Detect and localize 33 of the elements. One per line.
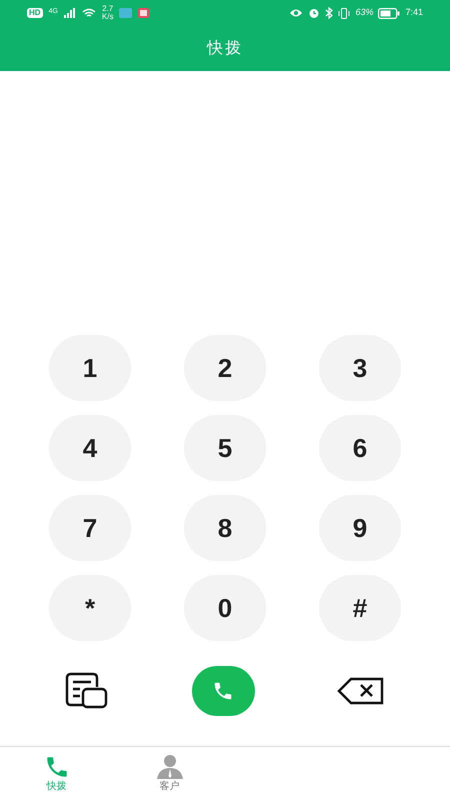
dial-key[interactable]: 3 [319,335,401,401]
dial-key[interactable]: 1 [49,335,131,401]
dial-key[interactable]: 2 [184,335,266,401]
dial-key[interactable]: # [319,575,401,641]
signal-icon [64,8,76,18]
contact-card-icon[interactable] [65,672,109,710]
app-notification-icon [119,8,132,18]
app-notification-icon [138,8,150,18]
alarm-icon [308,7,320,19]
dial-key[interactable]: 9 [319,495,401,561]
phone-icon [212,680,234,702]
person-icon [156,754,184,780]
nav-tab[interactable]: 客户 [113,747,226,798]
battery-percent: 63% [355,6,374,20]
call-button[interactable] [192,666,254,716]
dial-key[interactable]: * [49,575,131,641]
dial-key[interactable]: 4 [49,415,131,481]
dial-key[interactable]: 0 [184,575,266,641]
page-title: 快拨 [207,38,243,58]
dial-key[interactable]: 5 [184,415,266,481]
vibrate-icon [338,8,350,18]
clock-time: 7:41 [405,6,423,20]
wifi-icon [82,8,96,18]
eye-icon [289,8,304,18]
battery-icon [378,8,400,18]
speed-value: 2.7 [102,5,114,13]
hd-badge: HD [27,8,43,18]
backspace-icon[interactable] [337,677,385,705]
dial-key[interactable]: 8 [184,495,266,561]
dial-key[interactable]: 6 [319,415,401,481]
bluetooth-icon [325,7,334,19]
speed-unit: K/s [102,13,114,21]
dial-key[interactable]: 7 [49,495,131,561]
